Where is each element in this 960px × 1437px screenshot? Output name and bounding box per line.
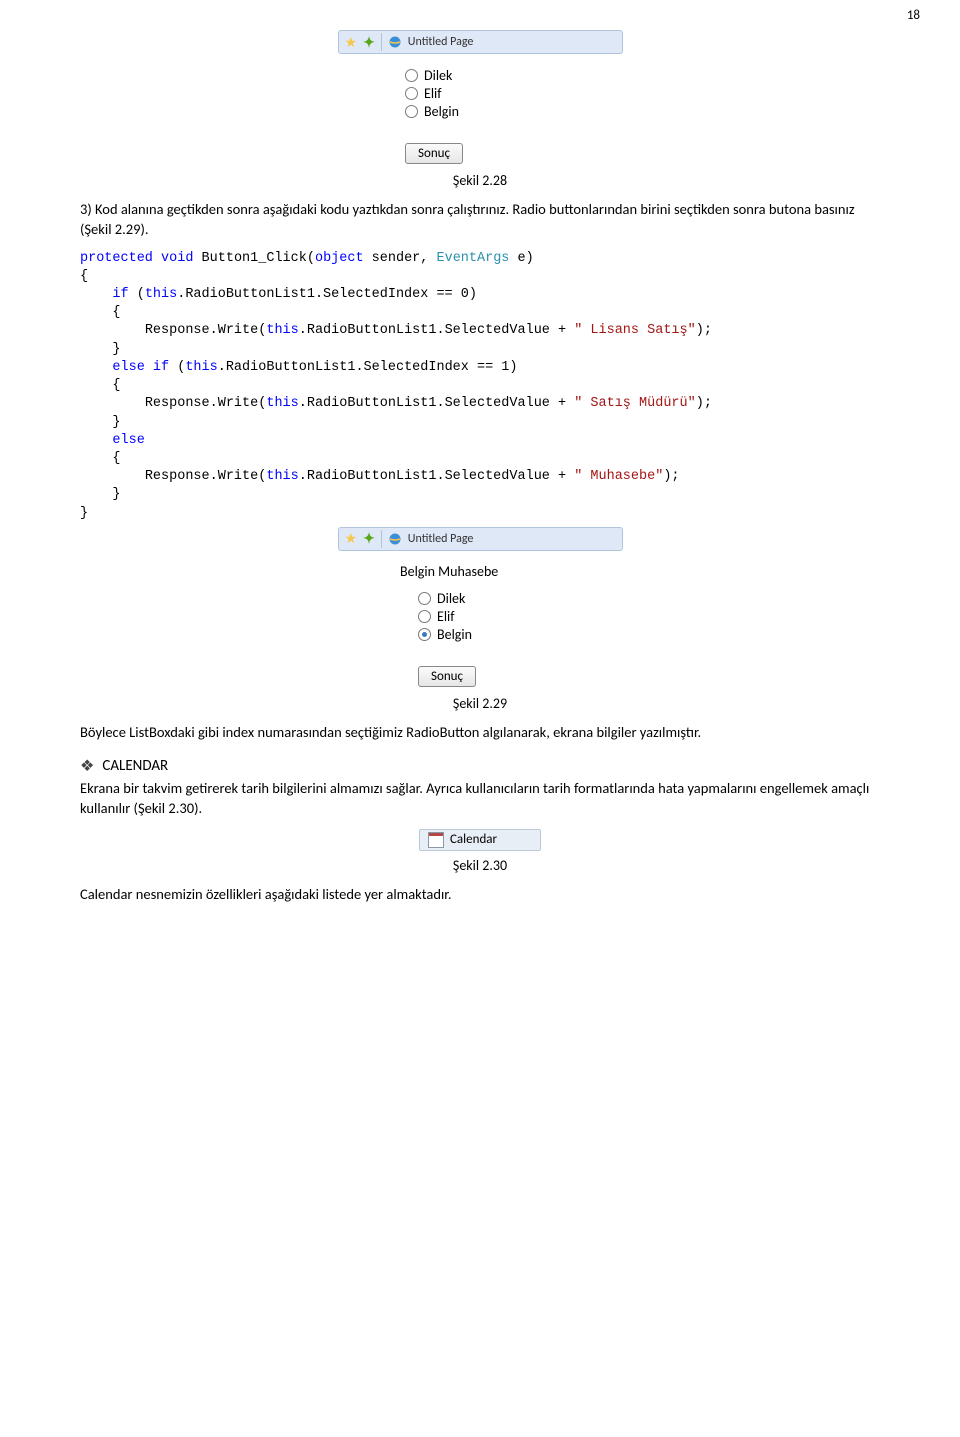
radio-icon [418,592,431,605]
browser-tab-bar: ★ ✦ Untitled Page [338,527,623,551]
paragraph: 3) Kod alanına geçtikden sonra aşağıdaki… [80,199,880,240]
radio-option[interactable]: Belgin [405,103,555,120]
tab-title: Untitled Page [408,532,474,546]
ie-icon [388,35,402,49]
paragraph: Calendar nesnemizin özellikleri aşağıdak… [80,884,880,904]
separator [381,530,382,548]
section-heading: ❖ CALENDAR [80,756,880,776]
radio-label: Elif [424,85,442,102]
figure-caption: Şekil 2.29 [80,695,880,712]
radio-icon [418,628,431,641]
radio-option[interactable]: Dilek [405,67,555,84]
ie-icon [388,532,402,546]
radio-option[interactable]: Elif [418,608,560,625]
radio-option[interactable]: Belgin [418,626,560,643]
calendar-icon [428,832,444,848]
radio-icon [405,105,418,118]
radio-group-1: Dilek Elif Belgin Sonuç [405,60,555,166]
radio-label: Belgin [424,103,459,120]
figure-caption: Şekil 2.30 [80,857,880,874]
radio-label: Dilek [424,67,452,84]
paragraph: Böylece ListBoxdaki gibi index numarasın… [80,722,880,742]
radio-icon [418,610,431,623]
radio-option[interactable]: Dilek [418,590,560,607]
result-text: Belgin Muhasebe [400,563,560,580]
tab-title: Untitled Page [408,35,474,49]
favorites-star-icon: ★ [345,34,358,51]
radio-label: Dilek [437,590,465,607]
radio-icon [405,69,418,82]
code-block: protected void Button1_Click(object send… [80,250,880,523]
add-favorite-icon: ✦ [363,34,375,51]
radio-label: Elif [437,608,455,625]
calendar-toolbox-item[interactable]: Calendar [419,829,541,851]
browser-tab-bar: ★ ✦ Untitled Page [338,30,623,54]
add-favorite-icon: ✦ [363,530,375,547]
paragraph: Ekrana bir takvim getirerek tarih bilgil… [80,778,880,819]
result-button[interactable]: Sonuç [405,143,463,164]
separator [381,33,382,51]
page-number: 18 [907,8,920,23]
favorites-star-icon: ★ [345,530,358,547]
radio-label: Belgin [437,626,472,643]
figure-caption: Şekil 2.28 [80,172,880,189]
bullet-diamond-icon: ❖ [80,756,94,776]
section-title: CALENDAR [102,757,168,775]
radio-option[interactable]: Elif [405,85,555,102]
radio-icon [405,87,418,100]
radio-group-2: Belgin Muhasebe Dilek Elif Belgin Sonuç [400,557,560,689]
calendar-label: Calendar [450,832,497,847]
result-button[interactable]: Sonuç [418,666,476,687]
